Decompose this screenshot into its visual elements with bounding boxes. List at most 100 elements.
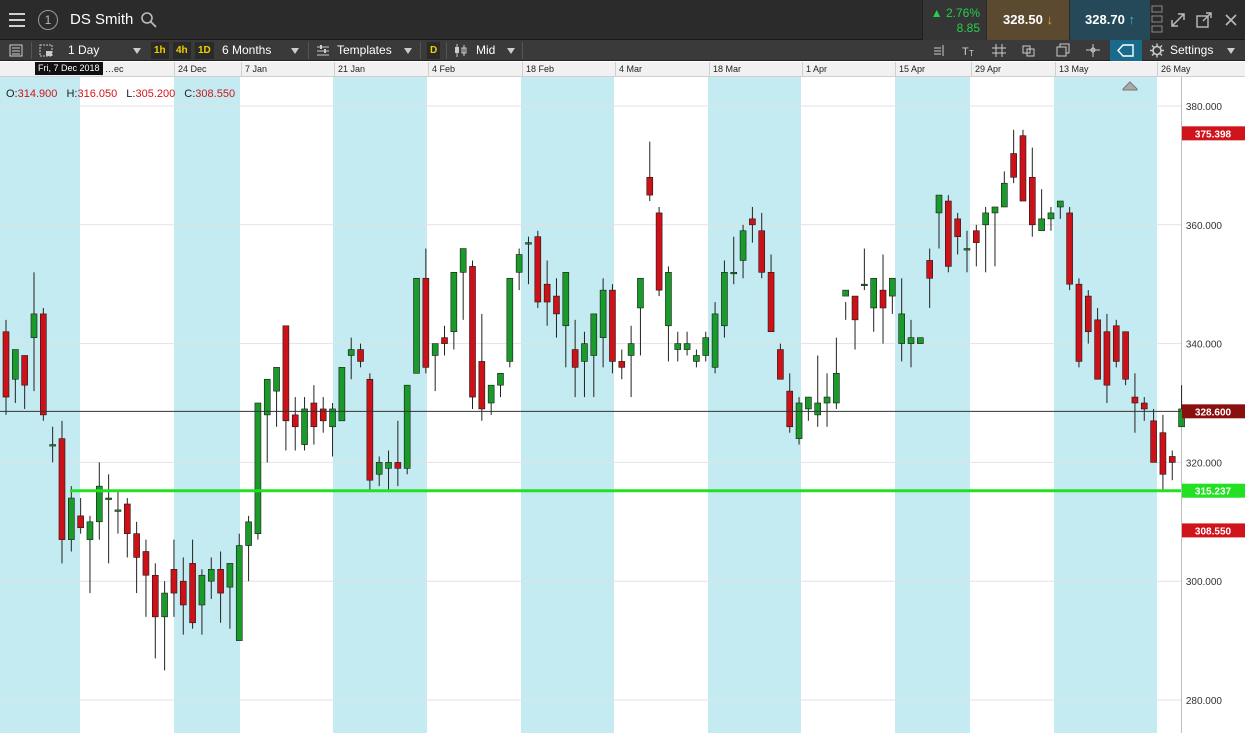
candle-up (683, 343, 691, 350)
window-header: 1 DS Smith ▲ 2.76% 8.85 328.50 ↓ 328.70 … (0, 0, 1245, 40)
text-size-icon[interactable]: T T (960, 42, 978, 59)
candle-down (1159, 432, 1167, 475)
candle-down (217, 569, 224, 594)
candle-down (954, 218, 961, 237)
interval-1h-button[interactable]: 1h (151, 42, 169, 59)
candle-down (777, 349, 784, 380)
candle-down (646, 176, 654, 196)
y-tick-label: 300.000 (1186, 577, 1223, 588)
y-tick-label: 380.000 (1186, 102, 1223, 113)
hamburger-menu-icon[interactable] (4, 8, 30, 32)
y-tick-label: 360.000 (1186, 221, 1223, 232)
templates-icon[interactable] (314, 42, 332, 59)
candle-down (469, 266, 476, 398)
date-tick-label: 15 Apr (899, 64, 926, 74)
price-tag-toggle[interactable] (1110, 40, 1142, 61)
svg-text:T: T (969, 49, 974, 58)
candle-up (525, 242, 532, 245)
grid-icon[interactable] (990, 42, 1008, 59)
candle-down (1140, 402, 1148, 410)
close-icon[interactable] (1221, 10, 1241, 30)
candle-up (693, 355, 700, 362)
toolbar-divider (31, 42, 32, 59)
price-tag-label: 315.237 (1195, 487, 1232, 498)
arrow-up-icon: ↑ (1128, 12, 1135, 27)
candle-up (347, 349, 355, 356)
candle-up (86, 521, 94, 540)
gear-icon[interactable] (1148, 42, 1166, 59)
shaded-band (0, 77, 80, 733)
shaded-band (895, 77, 970, 733)
interval-4h-button[interactable]: 4h (173, 42, 191, 59)
crosshair-icon[interactable] (1084, 42, 1102, 59)
date-tick-label: 13 May (1059, 64, 1089, 74)
arrow-down-icon: ↓ (1046, 12, 1053, 27)
candle-down (1019, 135, 1027, 202)
d-badge[interactable]: D (427, 42, 441, 59)
price-type-select[interactable]: Mid (476, 40, 516, 61)
layout-icon[interactable] (37, 42, 55, 59)
candle-up (49, 444, 56, 447)
toolbar-divider (308, 42, 309, 59)
sell-price-button[interactable]: 328.50 ↓ (987, 0, 1069, 40)
instrument-name[interactable]: DS Smith (70, 11, 133, 28)
high-label: H: (66, 88, 78, 100)
candle-type-icon[interactable] (452, 42, 470, 59)
candle-up (235, 545, 243, 641)
candle-down (1122, 331, 1129, 380)
settings-button[interactable]: Settings (1170, 40, 1236, 61)
date-tick-label: 18 Feb (526, 64, 555, 74)
y-tick-label: 320.000 (1186, 458, 1223, 469)
link-icon[interactable] (1020, 42, 1038, 59)
templates-button[interactable]: Templates (337, 40, 412, 61)
candle-down (170, 569, 178, 594)
date-separator (334, 62, 335, 77)
candle-up (105, 497, 112, 500)
copy-icon[interactable] (1054, 42, 1072, 59)
depth-bars-icon[interactable] (1150, 4, 1164, 36)
candle-up (459, 248, 467, 273)
candle-up (823, 396, 831, 404)
date-tick-label: 1 Apr (806, 64, 828, 74)
candle-down (553, 295, 560, 315)
candle-up (870, 277, 877, 309)
candle-up (721, 272, 728, 327)
candle-down (758, 230, 766, 273)
tag-icon (1117, 44, 1134, 57)
candle-down (1084, 295, 1092, 333)
expand-icon[interactable] (1168, 10, 1188, 30)
candle-down (478, 361, 486, 410)
window-number-badge[interactable]: 1 (38, 10, 58, 30)
candle-up (898, 313, 905, 344)
list-icon[interactable] (7, 42, 25, 59)
candle-up (795, 402, 803, 439)
candle-up (599, 289, 607, 338)
indicators-icon[interactable] (930, 42, 948, 59)
candle-up (385, 462, 392, 469)
interval-select[interactable]: 1 Day (68, 40, 142, 61)
candle-down (749, 218, 756, 226)
price-tag-label: 308.550 (1195, 526, 1232, 537)
candle-down (151, 574, 159, 618)
popout-icon[interactable] (1194, 10, 1214, 30)
price-chart[interactable]: 380.000 360.000 340.000 320.000 300.000 280.0… (0, 77, 1245, 733)
chevron-down-icon (403, 47, 412, 54)
search-icon[interactable] (140, 11, 158, 29)
candle-down (179, 580, 187, 606)
range-select[interactable]: 6 Months (222, 40, 300, 61)
price-type-label: Mid (476, 43, 496, 57)
interval-label: 1 Day (68, 43, 100, 57)
interval-1d-button[interactable]: 1D (195, 42, 214, 59)
candle-up (590, 313, 598, 356)
candle-down (123, 503, 131, 534)
buy-price-button[interactable]: 328.70 ↑ (1070, 0, 1150, 40)
candle-up (861, 283, 868, 286)
candle-down (291, 414, 299, 428)
candle-up (273, 367, 280, 392)
date-separator (428, 62, 429, 77)
candle-down (1094, 319, 1101, 380)
candle-up (889, 277, 896, 297)
date-tick-label: 26 May (1161, 64, 1191, 74)
crosshair-date-label: Fri, 7 Dec 2018 (35, 62, 103, 75)
candle-down (1150, 420, 1157, 463)
